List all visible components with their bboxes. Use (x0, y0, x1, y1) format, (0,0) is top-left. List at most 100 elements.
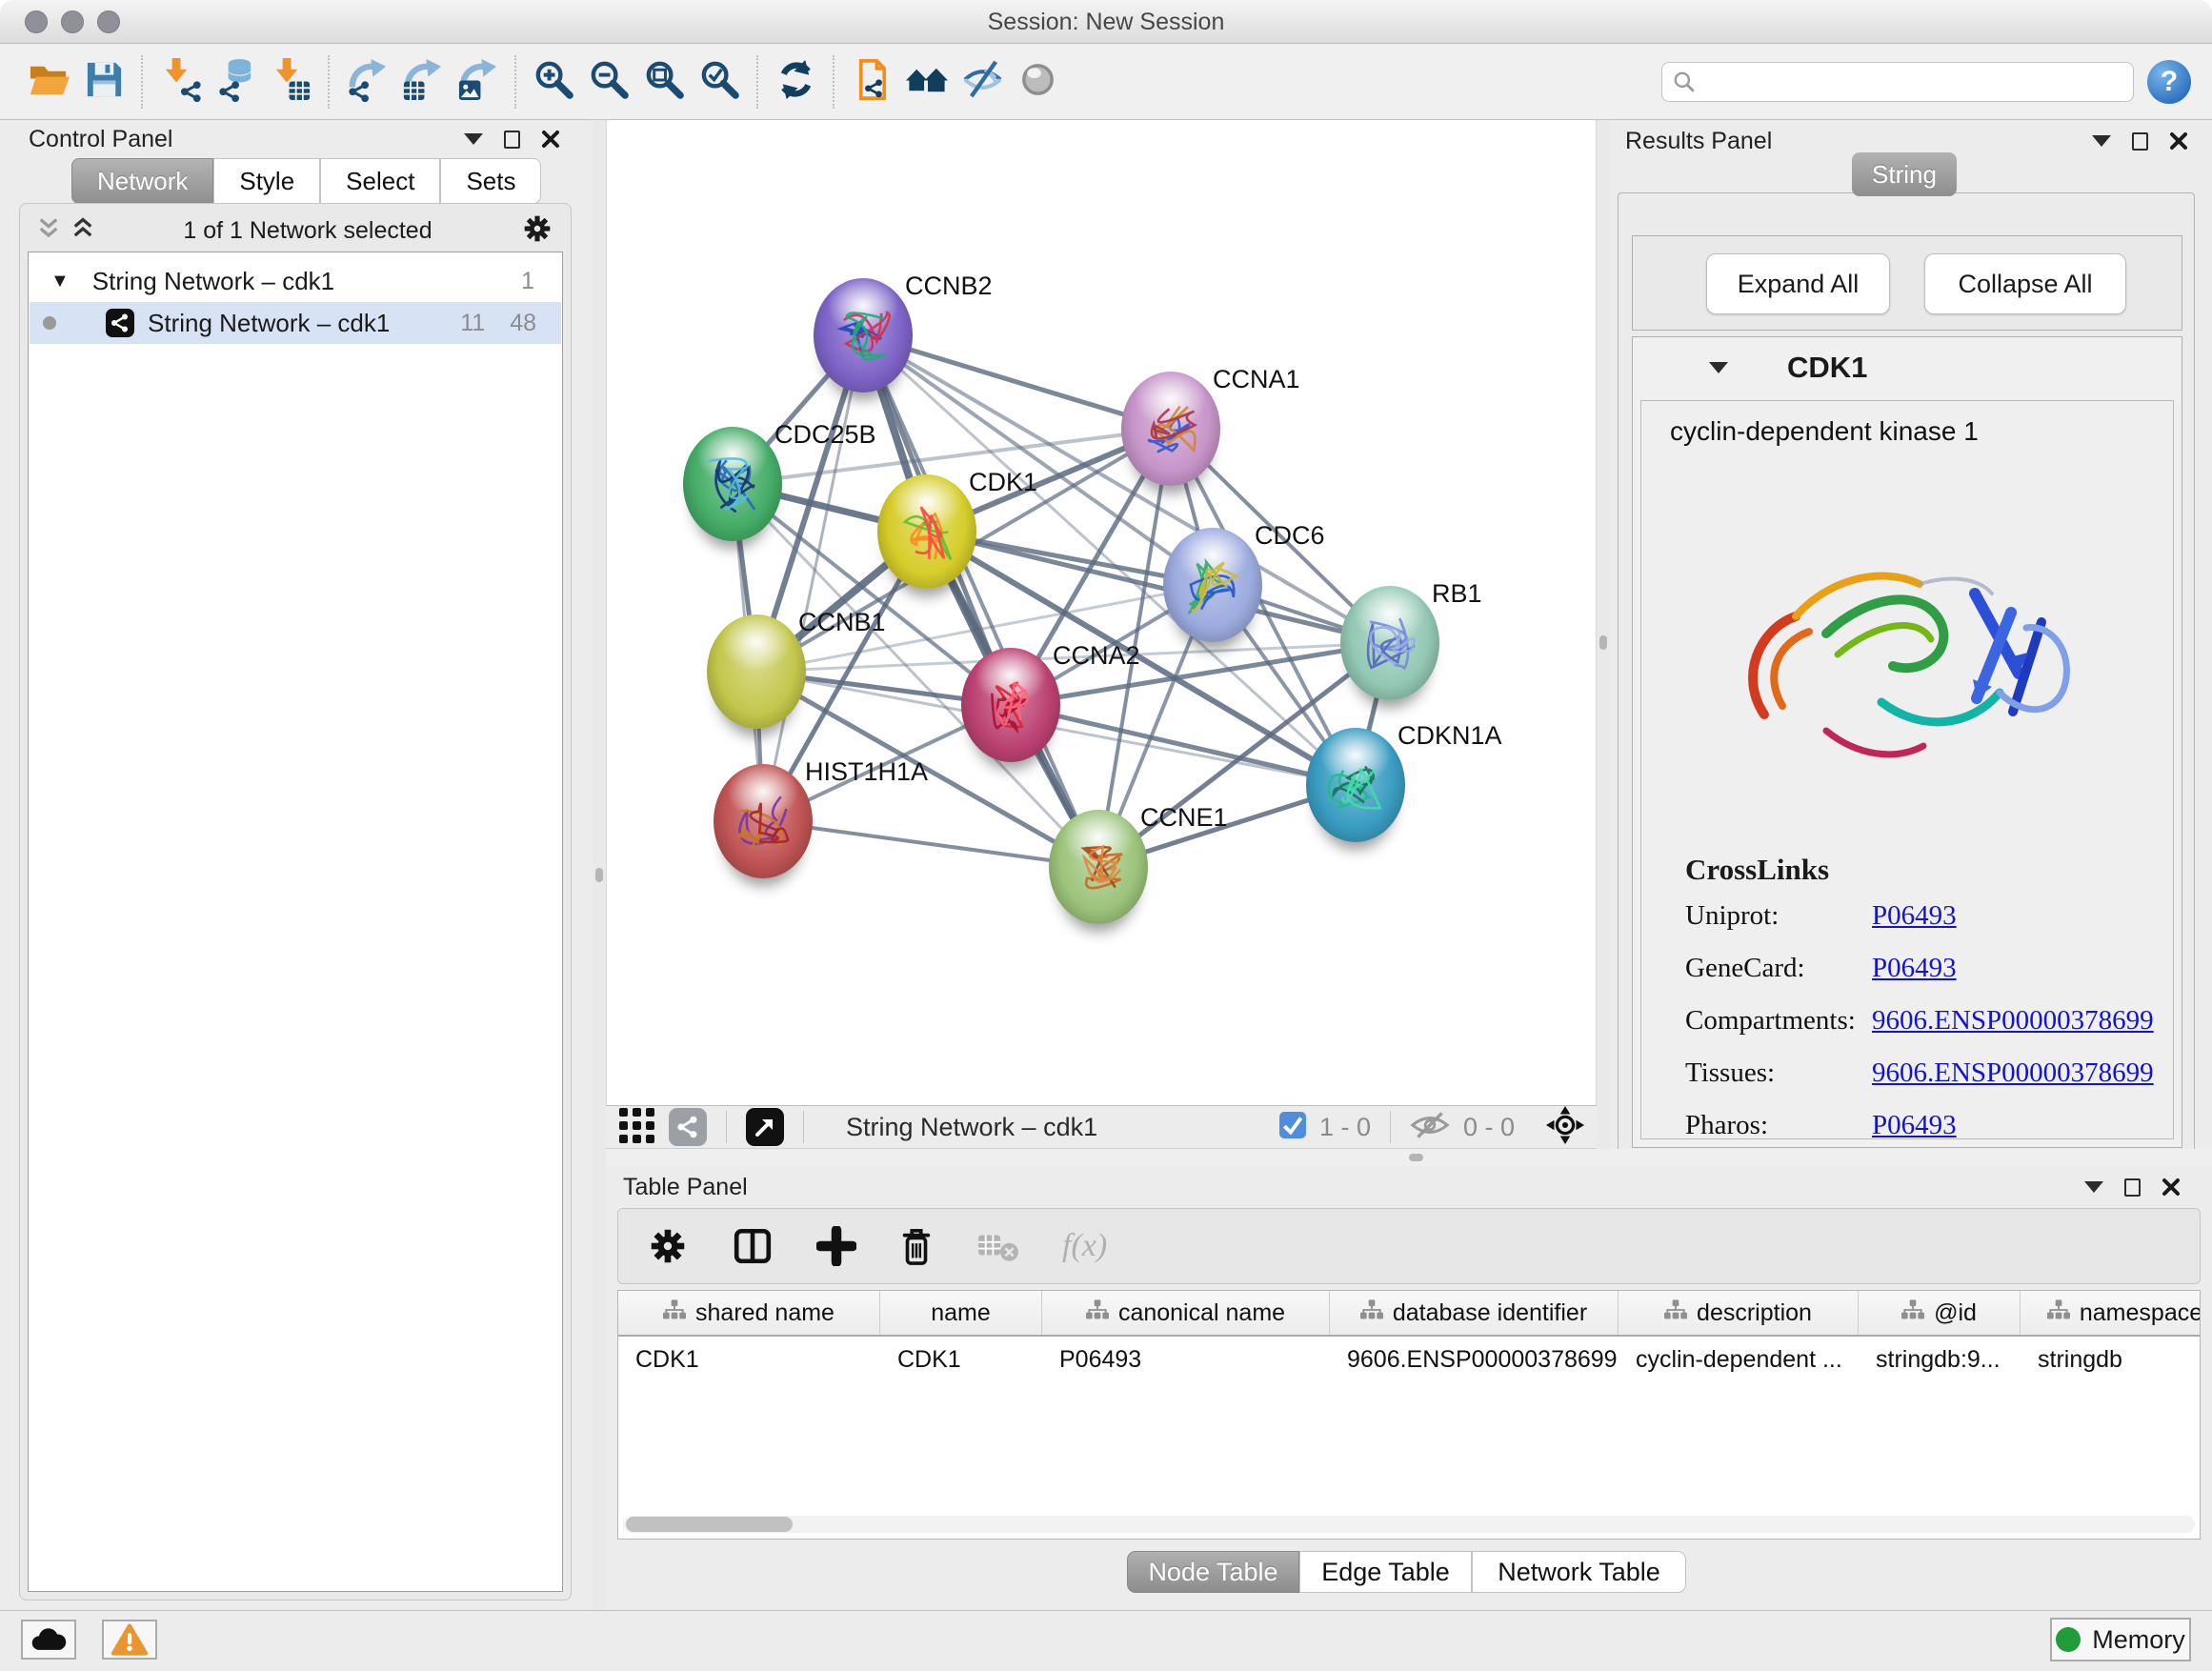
search-box[interactable] (1661, 62, 2134, 102)
gene-section-header[interactable]: CDK1 (1633, 337, 2182, 398)
panel-menu-icon[interactable] (464, 133, 483, 145)
tab-network-table[interactable]: Network Table (1472, 1551, 1686, 1593)
tab-sets[interactable]: Sets (440, 158, 541, 204)
crosslink-link[interactable]: P06493 (1872, 953, 1957, 984)
collapse-all-button[interactable]: Collapse All (1924, 253, 2126, 314)
delete-column-icon[interactable] (898, 1225, 935, 1267)
add-column-icon[interactable] (816, 1226, 856, 1266)
edge-CCNB2-CCNE1[interactable] (863, 335, 1098, 867)
node-CDK1[interactable] (877, 474, 976, 589)
node-CDC25B[interactable] (683, 427, 782, 541)
export-table-button[interactable] (394, 53, 450, 111)
zoom-in-button[interactable] (526, 53, 581, 111)
panel-menu-icon[interactable] (2084, 1181, 2103, 1193)
network-row-selected[interactable]: String Network – cdk1 11 48 (30, 302, 561, 344)
export-network-button[interactable] (339, 53, 394, 111)
node-RB1[interactable] (1340, 586, 1439, 700)
horizontal-splitter[interactable] (606, 1149, 2212, 1166)
export-image-button[interactable] (450, 53, 505, 111)
cell-description[interactable]: cyclin-dependent ... (1619, 1339, 1859, 1380)
hide-glass-button[interactable] (955, 53, 1010, 111)
cell-database-identifier[interactable]: 9606.ENSP00000378699 (1330, 1339, 1619, 1380)
crosslink-link[interactable]: P06493 (1872, 900, 1957, 932)
detach-view-icon[interactable] (746, 1108, 784, 1146)
column-header-canonical-name[interactable]: canonical name (1042, 1291, 1330, 1335)
help-button[interactable]: ? (2147, 60, 2191, 104)
node-CCNE1[interactable] (1049, 810, 1148, 924)
cloud-button[interactable] (21, 1620, 76, 1660)
column-header-database-identifier[interactable]: database identifier (1330, 1291, 1619, 1335)
share-document-button[interactable] (844, 53, 899, 111)
cell-canonical-name[interactable]: P06493 (1042, 1339, 1330, 1380)
node-table[interactable]: shared namenamecanonical namedatabase id… (617, 1290, 2201, 1540)
zoom-out-button[interactable] (581, 53, 636, 111)
expand-all-networks-icon[interactable] (71, 216, 94, 246)
left-splitter[interactable] (593, 120, 606, 1610)
open-file-button[interactable] (21, 53, 76, 111)
search-input[interactable] (1697, 68, 2123, 96)
node-CCNA2[interactable] (961, 648, 1060, 762)
refresh-button[interactable] (768, 53, 823, 111)
collapse-section-icon[interactable] (1709, 362, 1728, 373)
cell-namespace[interactable]: stringdb (2021, 1339, 2201, 1380)
crosslink-link[interactable]: 9606.ENSP00000378699 (1872, 1005, 2154, 1037)
node-HIST1H1A[interactable] (714, 764, 813, 878)
column-header-name[interactable]: name (880, 1291, 1042, 1335)
node-CDC6[interactable] (1163, 528, 1262, 642)
hidden-eye-icon[interactable] (1410, 1110, 1450, 1145)
table-options-gear-icon[interactable] (647, 1225, 689, 1267)
scrollbar-thumb[interactable] (626, 1517, 793, 1532)
close-panel-icon[interactable] (2169, 131, 2188, 151)
column-header-description[interactable]: description (1619, 1291, 1859, 1335)
import-table-button[interactable] (263, 53, 318, 111)
tab-edge-table[interactable]: Edge Table (1299, 1551, 1472, 1593)
network-options-gear-icon[interactable] (521, 212, 553, 250)
tab-network[interactable]: Network (71, 158, 213, 204)
left-splitter-handle[interactable] (595, 868, 603, 882)
import-network-database-button[interactable] (208, 53, 263, 111)
save-session-button[interactable] (76, 53, 131, 111)
tab-style[interactable]: Style (213, 158, 320, 204)
right-splitter[interactable] (1597, 120, 1610, 1149)
horizontal-splitter-handle[interactable] (1409, 1154, 1423, 1161)
expand-all-button[interactable]: Expand All (1706, 253, 1890, 314)
close-panel-icon[interactable] (541, 130, 560, 149)
cell-name[interactable]: CDK1 (880, 1339, 1042, 1380)
collapse-all-networks-icon[interactable] (37, 216, 60, 246)
cell--id[interactable]: stringdb:9... (1859, 1339, 2021, 1380)
node-CCNB1[interactable] (707, 614, 806, 729)
column-header-shared-name[interactable]: shared name (618, 1291, 880, 1335)
collapse-collection-icon[interactable]: ▼ (50, 271, 70, 292)
memory-button[interactable]: Memory (2050, 1618, 2191, 1661)
zoom-fit-button[interactable] (636, 53, 692, 111)
crosslink-link[interactable]: 9606.ENSP00000378699 (1872, 1057, 2154, 1089)
table-horizontal-scrollbar[interactable] (623, 1516, 2195, 1533)
node-CCNA1[interactable] (1121, 372, 1220, 486)
close-panel-icon[interactable] (2162, 1178, 2181, 1197)
birdseye-grid-icon[interactable] (617, 1106, 655, 1149)
home-button[interactable] (899, 53, 955, 111)
tab-string[interactable]: String (1852, 152, 1957, 196)
show-glass-button[interactable] (1010, 53, 1065, 111)
column-header-namespace[interactable]: namespace (2021, 1291, 2201, 1335)
node-CDKN1A[interactable] (1306, 728, 1405, 842)
edge-CDKN1A-CCNA2[interactable] (1011, 705, 1356, 785)
network-canvas[interactable]: CCNB2CCNA1CDC25BCDK1CDC6RB1CCNB1CCNA2CDK… (606, 120, 1597, 1105)
tab-select[interactable]: Select (320, 158, 440, 204)
float-panel-icon[interactable] (504, 131, 520, 149)
panel-menu-icon[interactable] (2092, 135, 2111, 147)
zoom-selected-button[interactable] (692, 53, 747, 111)
network-collection-row[interactable]: ▼ String Network – cdk1 1 (30, 260, 561, 302)
warnings-button[interactable] (102, 1620, 157, 1660)
table-row[interactable]: CDK1CDK1P064939606.ENSP00000378699cyclin… (618, 1339, 2201, 1380)
cell-shared-name[interactable]: CDK1 (618, 1339, 880, 1380)
right-splitter-handle[interactable] (1599, 635, 1607, 650)
float-panel-icon[interactable] (2124, 1178, 2141, 1197)
crosslink-link[interactable]: P06493 (1872, 1110, 1957, 1139)
string-app-icon[interactable] (669, 1108, 707, 1146)
fit-selected-crosshair-icon[interactable] (1545, 1105, 1585, 1150)
tab-node-table[interactable]: Node Table (1127, 1551, 1299, 1593)
edge-HIST1H1A-CCNB2[interactable] (763, 335, 863, 821)
selected-checkbox[interactable] (1279, 1112, 1306, 1143)
show-columns-icon[interactable] (731, 1226, 774, 1266)
